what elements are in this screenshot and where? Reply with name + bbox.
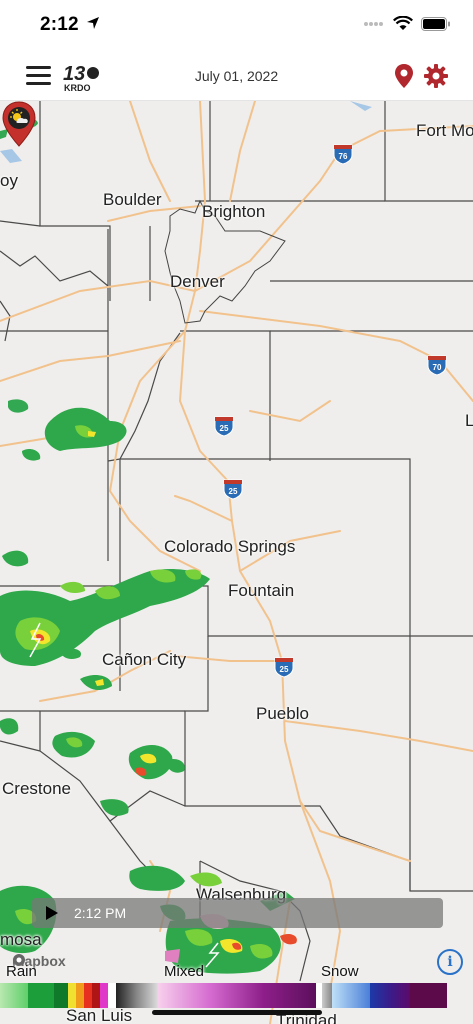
status-indicators: [363, 16, 451, 31]
info-icon[interactable]: i: [437, 949, 463, 975]
wifi-icon: [393, 16, 413, 30]
svg-text:25: 25: [229, 487, 238, 496]
precipitation-legend-bar: [0, 983, 473, 1008]
city-label: Fountain: [228, 581, 295, 600]
city-label: Cañon City: [102, 650, 187, 669]
interstate-shield-70: 70: [427, 355, 447, 376]
home-indicator[interactable]: [152, 1010, 322, 1015]
legend-snow-label: Snow: [321, 963, 359, 980]
city-label: Fort Mo: [416, 121, 473, 140]
interstate-shield-25-mid: 25: [223, 479, 243, 500]
location-arrow-icon: [87, 17, 100, 29]
location-weather-pin-icon[interactable]: [0, 101, 38, 147]
city-label: San Luis: [66, 1006, 133, 1024]
play-icon[interactable]: [46, 906, 58, 920]
timeline-time: 2:12 PM: [74, 905, 127, 921]
city-label: mosa: [0, 930, 42, 949]
city-label: Brighton: [202, 202, 266, 221]
city-label: Pueblo: [256, 704, 309, 723]
city-label: Boulder: [103, 190, 162, 209]
status-bar: 2:12: [0, 0, 473, 52]
status-time: 2:12: [40, 14, 100, 36]
interstate-shield-25-south: 25: [274, 657, 294, 678]
interstate-shield-25-north: 25: [214, 416, 234, 437]
svg-text:76: 76: [339, 152, 348, 161]
svg-text:25: 25: [280, 665, 289, 674]
city-label: Denver: [170, 272, 225, 291]
interstate-shield-76: 76: [333, 144, 353, 165]
location-pin-icon[interactable]: [391, 63, 417, 89]
city-label: Colorado Springs: [164, 537, 296, 556]
radar-timeline[interactable]: 2:12 PM: [32, 898, 443, 928]
app-header: 13 KRDO July 01, 2022: [0, 52, 473, 101]
radar-map[interactable]: 76 70 25 25 25 Fort Mo Boulder Brighton …: [0, 101, 473, 1024]
legend-rain-label: Rain: [6, 963, 37, 980]
legend-mixed-label: Mixed: [164, 963, 205, 980]
svg-text:KRDO: KRDO: [64, 83, 91, 92]
battery-icon: [421, 16, 450, 31]
city-label: oy: [0, 171, 18, 190]
svg-text:25: 25: [220, 424, 229, 433]
svg-text:70: 70: [433, 363, 442, 372]
status-time-label: 2:12: [40, 14, 79, 35]
settings-gear-icon[interactable]: [423, 63, 449, 89]
city-label: L: [465, 411, 473, 430]
city-label: Crestone: [2, 779, 71, 798]
cellular-signal-icon: [364, 21, 383, 26]
